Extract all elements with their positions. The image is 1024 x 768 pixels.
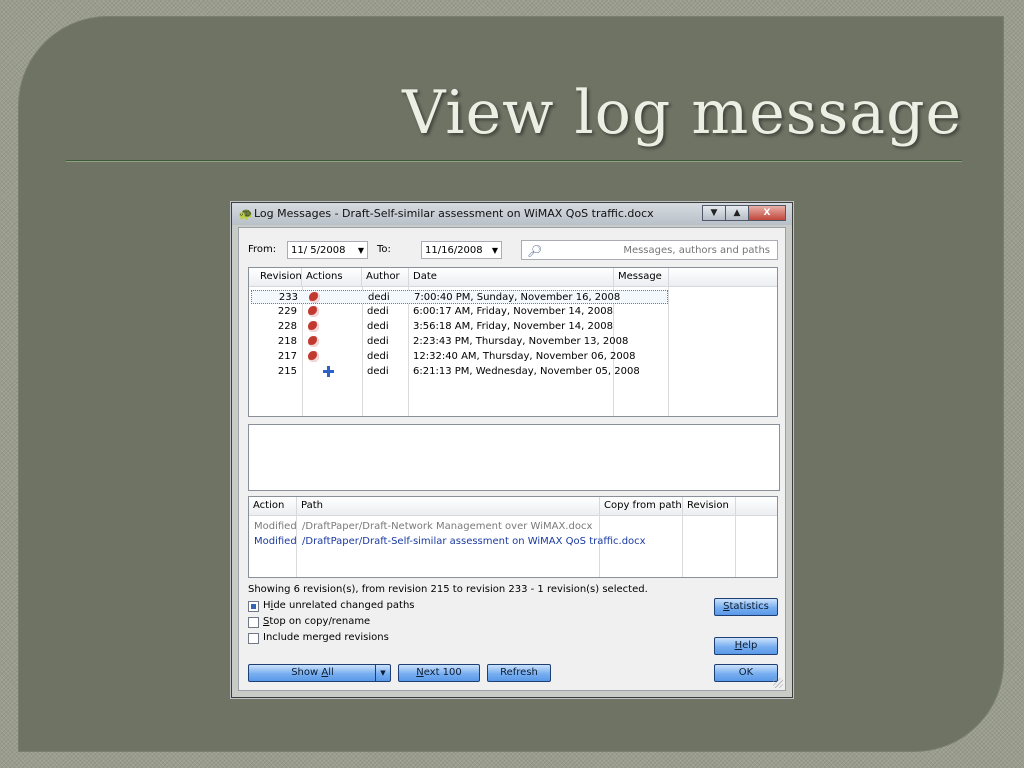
minimize-button[interactable]: ▼ [702,205,726,221]
col-copy-from-path[interactable]: Copy from path [600,497,683,515]
from-date-value: 11/ 5/2008 [291,245,346,256]
path-value: /DraftPaper/Draft-Network Management ove… [302,521,593,532]
modified-action-icon [308,351,319,362]
magnifier-icon[interactable]: 🔎︎ [527,242,542,260]
col-action[interactable]: Action [249,497,297,515]
revision-number: 217 [277,351,297,362]
revision-author: dedi [367,306,389,317]
modified-action-icon [309,292,320,303]
col-actions[interactable]: Actions [302,268,362,286]
modified-action-icon [308,336,319,347]
revision-row[interactable]: 215 dedi 6:21:13 PM, Wednesday, November… [251,365,668,379]
revision-row[interactable]: 218 dedi 2:23:43 PM, Thursday, November … [251,335,668,349]
stop-on-copy-label[interactable]: Stop on copy/rename [263,616,370,627]
window-titlebar[interactable]: 🐢 Log Messages - Draft-Self-similar asse… [232,203,792,225]
close-button[interactable]: X [748,205,786,221]
slide-title: View log message [402,78,962,148]
include-merged-checkbox[interactable] [248,633,259,644]
revision-author: dedi [367,366,389,377]
chevron-down-icon: ▼ [491,246,498,255]
revision-number: 228 [277,321,297,332]
log-message-text[interactable] [248,424,780,491]
col-author[interactable]: Author [362,268,409,286]
hide-unrelated-checkbox[interactable] [248,601,259,612]
path-action: Modified [254,536,297,547]
help-button[interactable]: Help [714,637,778,655]
path-action: Modified [254,521,297,532]
status-text: Showing 6 revision(s), from revision 215… [248,584,648,595]
revisions-header: Revision Actions Author Date Message [249,268,777,287]
revision-author: dedi [367,336,389,347]
chevron-down-icon: ▼ [357,246,364,255]
revision-row[interactable]: 233 dedi 7:00:40 PM, Sunday, November 16… [251,290,668,304]
to-date-picker[interactable]: 11/16/2008 ▼ [421,241,502,259]
include-merged-label[interactable]: Include merged revisions [263,632,389,643]
revisions-list[interactable]: Revision Actions Author Date Message 233… [248,267,778,417]
stop-on-copy-checkbox[interactable] [248,617,259,628]
to-date-value: 11/16/2008 [425,245,483,256]
next-100-button[interactable]: Next 100 [398,664,480,682]
col-revision[interactable]: Revision [249,268,302,286]
revision-row[interactable]: 229 dedi 6:00:17 AM, Friday, November 14… [251,305,668,319]
revision-number: 218 [277,336,297,347]
to-label: To: [377,244,391,255]
added-action-icon [323,366,334,377]
revision-author: dedi [367,321,389,332]
show-all-button[interactable]: Show All ▼ [248,664,391,682]
dialog-client-area: From: 11/ 5/2008 ▼ To: 11/16/2008 ▼ 🔎︎ R… [238,227,786,691]
search-box[interactable]: 🔎︎ [521,240,778,260]
revision-number: 215 [277,366,297,377]
path-row[interactable]: Modified /DraftPaper/Draft-Self-similar … [251,535,771,549]
revision-date: 6:21:13 PM, Wednesday, November 05, 2008 [413,366,640,377]
revision-number: 233 [278,292,298,303]
col-message[interactable]: Message [614,268,669,286]
tortoise-icon: 🐢 [238,207,253,221]
col-path-revision[interactable]: Revision [683,497,736,515]
revision-date: 12:32:40 AM, Thursday, November 06, 2008 [413,351,636,362]
hide-unrelated-label[interactable]: Hide unrelated changed paths [263,600,415,611]
title-divider-highlight [66,161,962,162]
revision-date: 7:00:40 PM, Sunday, November 16, 2008 [414,292,621,303]
revision-author: dedi [368,292,390,303]
modified-action-icon [308,321,319,332]
revision-number: 229 [277,306,297,317]
statistics-button[interactable]: Statistics [714,598,778,616]
modified-action-icon [308,306,319,317]
col-date[interactable]: Date [409,268,614,286]
window-title: Log Messages - Draft-Self-similar assess… [254,207,654,220]
window-controls: ▼ ▲ X [702,205,786,221]
from-date-picker[interactable]: 11/ 5/2008 ▼ [287,241,368,259]
search-input[interactable] [548,242,770,258]
revision-row[interactable]: 228 dedi 3:56:18 AM, Friday, November 14… [251,320,668,334]
revision-date: 2:23:43 PM, Thursday, November 13, 2008 [413,336,629,347]
log-messages-window: 🐢 Log Messages - Draft-Self-similar asse… [231,202,793,698]
changed-paths-list[interactable]: Action Path Copy from path Revision Modi… [248,496,778,578]
maximize-button[interactable]: ▲ [725,205,749,221]
revision-date: 3:56:18 AM, Friday, November 14, 2008 [413,321,613,332]
ok-button[interactable]: OK [714,664,778,682]
path-row[interactable]: Modified /DraftPaper/Draft-Network Manag… [251,520,771,534]
from-label: From: [248,244,277,255]
dropdown-arrow-icon[interactable]: ▼ [375,665,390,681]
revision-date: 6:00:17 AM, Friday, November 14, 2008 [413,306,613,317]
revision-author: dedi [367,351,389,362]
path-value: /DraftPaper/Draft-Self-similar assessmen… [302,536,646,547]
col-path[interactable]: Path [297,497,600,515]
paths-header: Action Path Copy from path Revision [249,497,777,516]
refresh-button[interactable]: Refresh [487,664,551,682]
resize-grip[interactable] [773,678,783,688]
revision-row[interactable]: 217 dedi 12:32:40 AM, Thursday, November… [251,350,668,364]
